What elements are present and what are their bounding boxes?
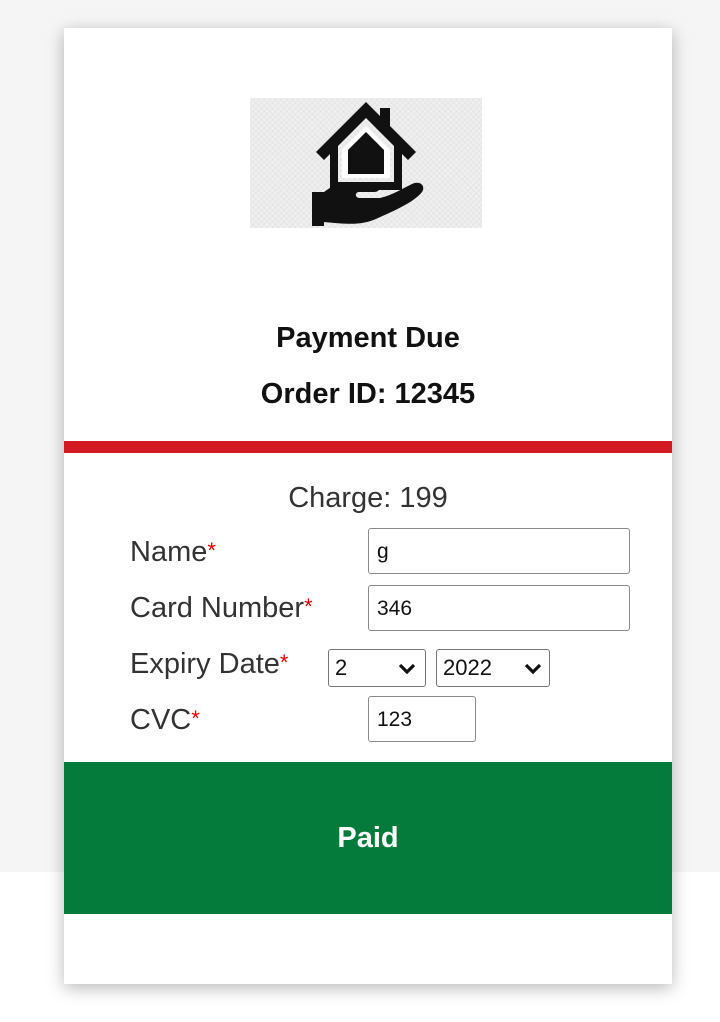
card-number-label-text: Card Number	[130, 592, 305, 624]
required-marker: *	[207, 538, 216, 563]
page-title: Payment Due	[276, 322, 460, 354]
cvc-label: CVC*	[130, 704, 200, 737]
order-id: Order ID: 12345	[260, 378, 476, 410]
name-input-value: g	[377, 540, 389, 563]
expiry-month-value: 2	[335, 655, 348, 680]
name-label-text: Name	[130, 536, 208, 568]
cvc-label-text: CVC	[130, 704, 192, 736]
paid-button[interactable]: Paid	[64, 762, 672, 914]
name-input[interactable]: g	[368, 528, 630, 574]
required-marker: *	[304, 594, 313, 619]
charge-amount: Charge: 199	[288, 482, 448, 514]
expiry-year-value: 2022	[443, 655, 492, 680]
required-marker: *	[191, 706, 200, 731]
divider	[64, 441, 672, 453]
logo	[250, 98, 482, 228]
cvc-input-value: 123	[377, 708, 413, 731]
house-in-hand-icon	[312, 102, 424, 226]
cvc-input[interactable]: 123	[368, 696, 476, 742]
card-number-input-value: 346	[377, 597, 413, 620]
expiry-month-select[interactable]: 2	[328, 649, 426, 687]
expiry-date-label-text: Expiry Date	[130, 648, 280, 680]
required-marker: *	[279, 650, 289, 675]
chevron-down-icon	[524, 663, 542, 675]
payment-card: Payment Due Order ID: 12345 Charge: 199 …	[64, 28, 672, 984]
expiry-date-label: Expiry Date*	[130, 648, 288, 681]
expiry-year-select[interactable]: 2022	[436, 649, 550, 687]
card-number-label: Card Number*	[130, 592, 313, 625]
chevron-down-icon	[398, 663, 416, 675]
card-number-input[interactable]: 346	[368, 585, 630, 631]
name-label: Name*	[130, 536, 216, 569]
